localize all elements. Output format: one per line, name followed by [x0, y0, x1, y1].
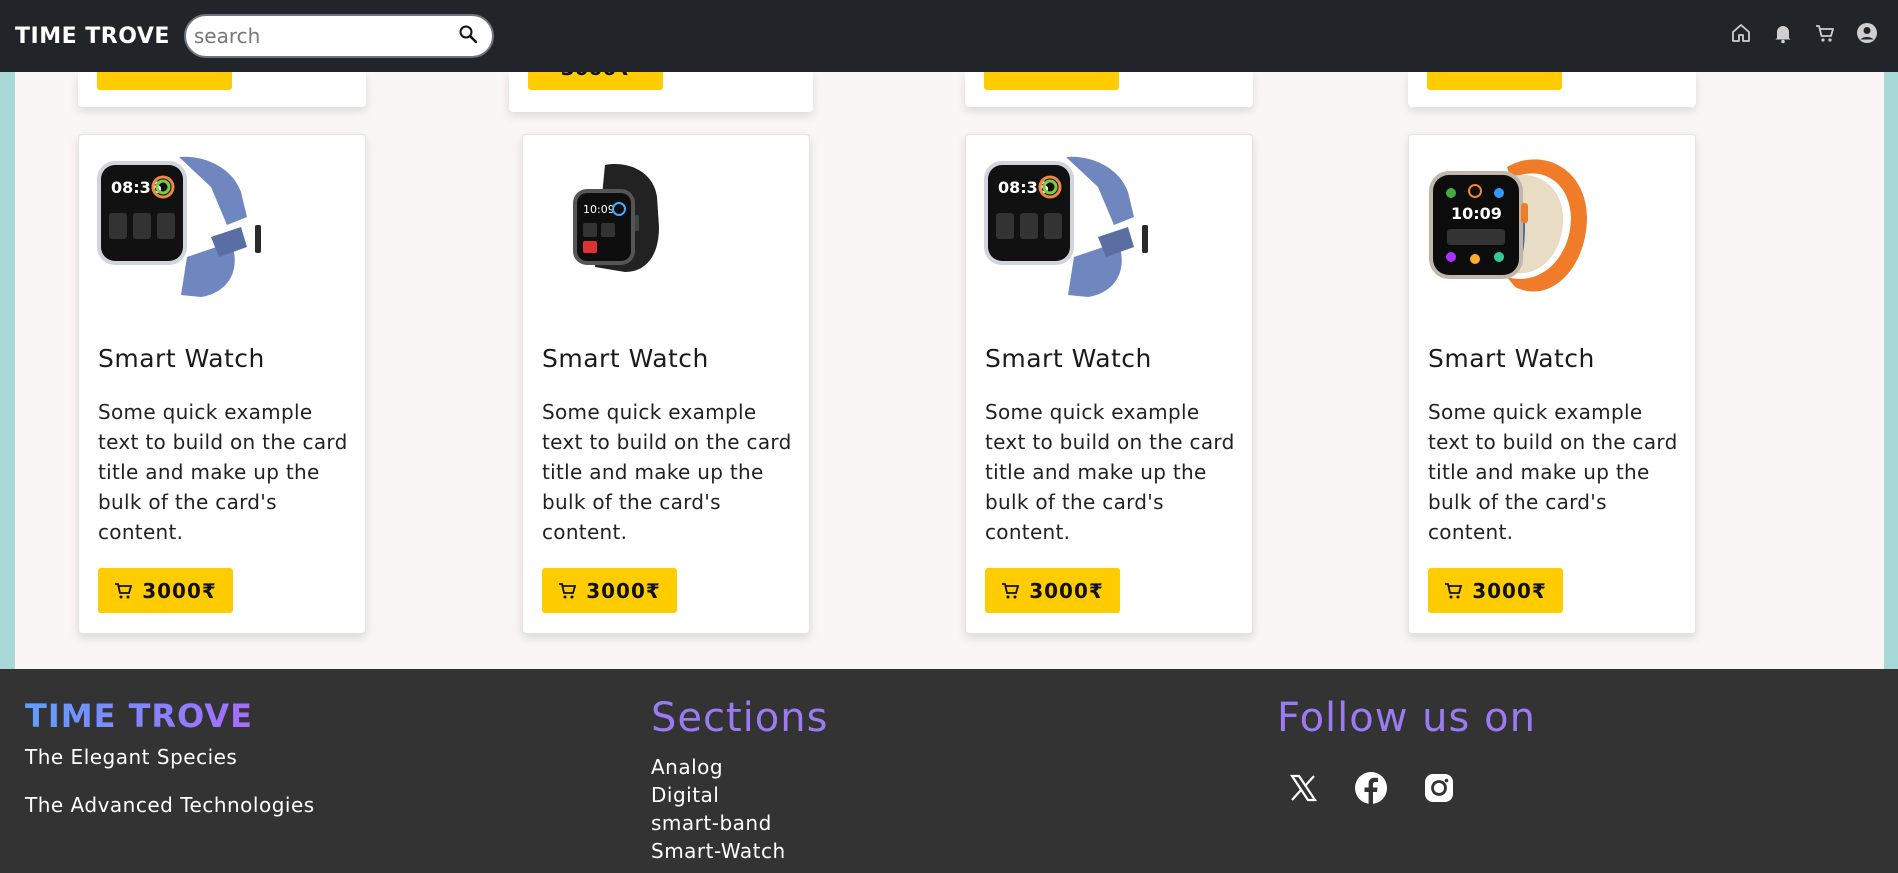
svg-text:10:09: 10:09 — [583, 203, 615, 216]
home-icon[interactable] — [1730, 22, 1752, 44]
product-card-partial — [965, 72, 1253, 107]
price-button[interactable]: 3000₹ — [985, 568, 1120, 613]
cart-icon — [1445, 582, 1463, 598]
price-button-partial[interactable] — [1427, 72, 1562, 90]
footer: TIME TROVE The Elegant Species The Advan… — [0, 669, 1898, 873]
card-text: Some quick example text to build on the … — [98, 400, 348, 544]
section-link-smart-band[interactable]: smart-band — [651, 809, 786, 837]
card-title: Smart Watch — [1428, 344, 1595, 373]
navbar: TIME TROVE — [0, 0, 1898, 72]
section-link-smart-watch[interactable]: Smart-Watch — [651, 837, 786, 865]
product-card: 10:09 Smart Watch Some quick example tex… — [1408, 134, 1696, 634]
product-card-partial — [78, 72, 366, 107]
follow-heading: Follow us on — [1277, 695, 1536, 741]
price-label: 3000₹ — [1029, 578, 1104, 603]
x-icon[interactable] — [1284, 769, 1322, 807]
card-text: Some quick example text to build on the … — [985, 400, 1235, 544]
sections-heading: Sections — [651, 695, 829, 741]
section-link-digital[interactable]: Digital — [651, 781, 786, 809]
nav-icons — [1730, 22, 1878, 44]
smartwatch-image[interactable]: 08:36 — [978, 147, 1154, 299]
social-links — [1284, 769, 1458, 807]
search-box — [183, 14, 494, 58]
smartwatch-image[interactable]: 10:09 — [1421, 147, 1597, 299]
search-icon[interactable] — [458, 24, 478, 48]
price-button-partial[interactable]: 3000₹ — [528, 72, 663, 90]
product-card: 10:09 Smart Watch Some quick example tex… — [522, 134, 810, 634]
card-title: Smart Watch — [98, 344, 265, 373]
section-link-analog[interactable]: Analog — [651, 753, 786, 781]
card-text: Some quick example text to build on the … — [1428, 400, 1678, 544]
price-button[interactable]: 3000₹ — [542, 568, 677, 613]
price-button-partial[interactable] — [97, 72, 232, 90]
user-icon[interactable] — [1856, 22, 1878, 44]
price-button-partial[interactable] — [984, 72, 1119, 90]
price-label: 3000₹ — [142, 578, 217, 603]
facebook-icon[interactable] — [1352, 769, 1390, 807]
search-input[interactable] — [193, 24, 458, 48]
card-text: Some quick example text to build on the … — [542, 400, 792, 544]
footer-link-elegant-species[interactable]: The Elegant Species — [25, 745, 237, 769]
product-card-partial: 3000₹ — [509, 72, 813, 112]
smartwatch-image[interactable]: 08:36 — [91, 147, 267, 299]
price-label: 3000₹ — [586, 578, 661, 603]
bell-icon[interactable] — [1772, 22, 1794, 44]
cart-icon — [1002, 582, 1020, 598]
svg-text:10:09: 10:09 — [1451, 204, 1502, 223]
product-card: 08:36 Smart Watch Some quick example tex… — [78, 134, 366, 634]
sections-list: Analog Digital smart-band Smart-Watch — [651, 753, 786, 865]
cart-icon — [115, 582, 133, 598]
price-button[interactable]: 3000₹ — [1428, 568, 1563, 613]
smartwatch-image[interactable]: 10:09 — [535, 147, 711, 299]
footer-link-advanced-technologies[interactable]: The Advanced Technologies — [25, 793, 315, 817]
card-title: Smart Watch — [985, 344, 1152, 373]
footer-brand[interactable]: TIME TROVE — [25, 697, 253, 735]
brand-logo[interactable]: TIME TROVE — [15, 24, 170, 49]
instagram-icon[interactable] — [1420, 769, 1458, 807]
product-card: 08:36 Smart Watch Some quick example tex… — [965, 134, 1253, 634]
price-label: 3000₹ — [1472, 578, 1547, 603]
price-button[interactable]: 3000₹ — [98, 568, 233, 613]
cart-icon — [559, 582, 577, 598]
product-card-partial — [1408, 72, 1696, 107]
product-grid: 3000₹ 08:36 Smart Watch Some — [15, 72, 1884, 669]
cart-icon[interactable] — [1814, 22, 1836, 44]
card-title: Smart Watch — [542, 344, 709, 373]
